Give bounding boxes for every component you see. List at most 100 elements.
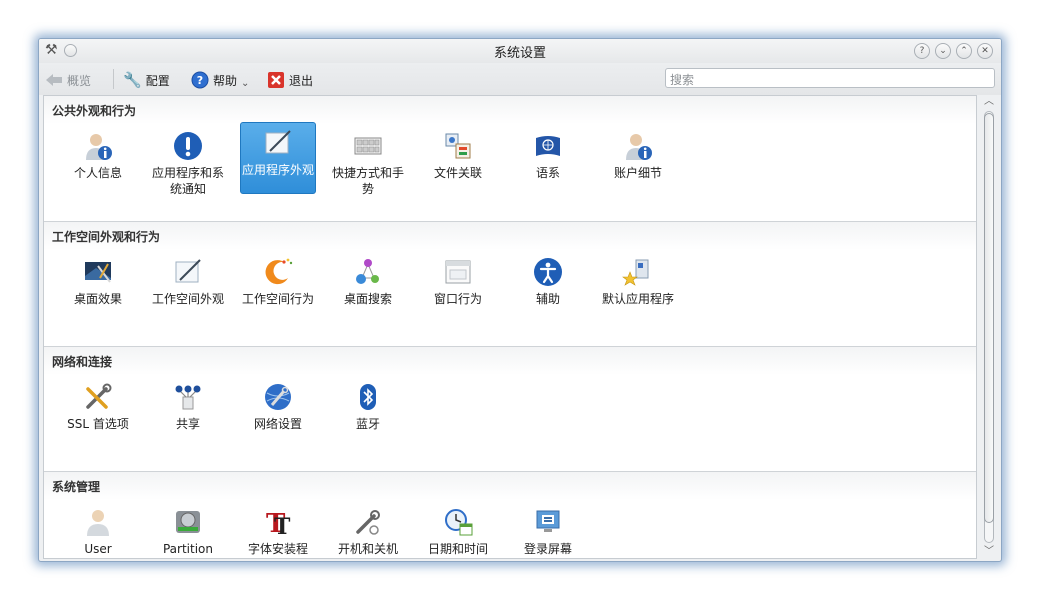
item-workspace-appearance[interactable]: 工作空间外观 (150, 252, 226, 324)
item-label: 字体安装程 (247, 542, 308, 556)
item-label: 账户细节 (613, 166, 662, 180)
item-startup-shutdown[interactable]: 开机和关机 (330, 502, 406, 558)
bluetooth-icon (360, 384, 376, 410)
item-label: 桌面搜索 (343, 292, 392, 306)
item-default-apps[interactable]: 默认应用程序 (600, 252, 676, 324)
item-label: 共享 (175, 417, 200, 431)
quit-icon (268, 72, 284, 88)
minimize-button[interactable]: ⌄ (935, 43, 951, 59)
section-title: 网络和连接 (52, 355, 113, 369)
item-label: 窗口行为 (433, 292, 482, 306)
network-icon (265, 384, 291, 410)
item-user[interactable]: User (60, 502, 136, 558)
help-button[interactable]: ? 帮助 ⌄ (191, 69, 249, 91)
item-label: Partition (162, 542, 213, 556)
item-label: 应用程序外观 (241, 163, 314, 177)
maximize-button[interactable]: ⌃ (956, 43, 972, 59)
item-label: 工作空间行为 (241, 292, 314, 306)
item-label: 默认应用程序 (601, 292, 674, 306)
account-icon (626, 134, 652, 160)
chevron-down-icon[interactable]: ⌄ (241, 78, 249, 89)
configure-label: 配置 (145, 73, 170, 88)
item-label: 登录屏幕 (523, 542, 572, 556)
window-behavior-icon (445, 260, 471, 284)
item-window-behavior[interactable]: 窗口行为 (420, 252, 496, 308)
item-account-details[interactable]: 账户细节 (600, 126, 676, 182)
login-screen-icon (536, 510, 560, 532)
partition-icon (176, 511, 200, 533)
item-label: 工作空间外观 (151, 292, 224, 306)
item-app-appearance[interactable]: 应用程序外观 (240, 122, 316, 194)
toolbar: 概览 🔧 配置 ? 帮助 ⌄ 退出 搜索 (39, 63, 1001, 95)
item-label: User (84, 542, 112, 556)
item-workspace-behavior[interactable]: 工作空间行为 (240, 252, 316, 308)
overview-label: 概览 (67, 73, 92, 88)
back-arrow-icon (46, 74, 62, 86)
quit-button[interactable]: 退出 (267, 69, 313, 91)
help-window-button[interactable]: ? (914, 43, 930, 59)
sharing-icon (175, 385, 201, 410)
item-partition[interactable]: Partition (150, 502, 226, 558)
item-label: 蓝牙 (355, 417, 380, 431)
svg-text:?: ? (197, 74, 203, 87)
item-desktop-search[interactable]: 桌面搜索 (330, 252, 406, 308)
item-desktop-effects[interactable]: 桌面效果 (60, 252, 136, 308)
item-label: 辅助 (535, 292, 560, 306)
item-login-screen[interactable]: 登录屏幕 (510, 502, 586, 558)
item-sharing[interactable]: 共享 (150, 377, 226, 433)
close-button[interactable]: ✕ (977, 43, 993, 59)
item-personal-info[interactable]: 个人信息 (60, 126, 136, 182)
item-shortcuts[interactable]: 快捷方式和手势 (330, 126, 406, 198)
wrench-icon: 🔧 (123, 71, 142, 89)
item-locale[interactable]: 语系 (510, 126, 586, 182)
configure-button[interactable]: 🔧 配置 (123, 69, 170, 91)
notification-icon (174, 132, 202, 160)
item-bluetooth[interactable]: 蓝牙 (330, 377, 406, 433)
item-label: 日期和时间 (427, 542, 488, 556)
toolbar-separator (113, 69, 114, 89)
font-installer-icon: TT (266, 509, 291, 538)
item-label: 个人信息 (73, 166, 122, 180)
app-appearance-icon (265, 130, 291, 154)
item-network-settings[interactable]: 网络设置 (240, 377, 316, 433)
item-label: 开机和关机 (337, 542, 398, 556)
section-title: 公共外观和行为 (52, 104, 137, 118)
accessibility-icon (534, 258, 562, 286)
keyboard-icon (354, 137, 382, 155)
scroll-down-arrow[interactable]: ﹀ (981, 545, 997, 559)
vertical-scrollbar[interactable]: ︿ ﹀ (981, 95, 997, 559)
window-title: 系统设置 (493, 46, 546, 61)
svg-text:T: T (274, 514, 291, 538)
section-common-appearance: 公共外观和行为 个人信息 应用程序和系统通知 应用程序外观 快捷方式和手势 文件… (44, 96, 976, 220)
item-file-associations[interactable]: 文件关联 (420, 126, 496, 182)
item-label: 桌面效果 (73, 292, 122, 306)
system-settings-window: ⚒ 系统设置 ? ⌄ ⌃ ✕ 概览 🔧 配置 ? 帮助 ⌄ 退出 搜索 公共外观… (38, 38, 1002, 562)
ssl-icon (86, 383, 112, 409)
scroll-up-arrow[interactable]: ︿ (981, 95, 997, 109)
item-label: 网络设置 (253, 417, 302, 431)
desktop-effects-icon (85, 262, 111, 283)
title-bar: ⚒ 系统设置 ? ⌄ ⌃ ✕ (39, 39, 1001, 63)
section-title: 系统管理 (52, 480, 101, 494)
user-icon (87, 510, 109, 536)
workspace-behavior-icon (265, 258, 293, 285)
item-label: 语系 (535, 166, 560, 180)
section-workspace-appearance: 工作空间外观和行为 桌面效果 工作空间外观 工作空间行为 桌面搜索 窗口行为 辅… (44, 221, 976, 345)
help-icon: ? (191, 71, 209, 89)
overview-button[interactable]: 概览 (45, 69, 91, 91)
quit-label: 退出 (289, 73, 314, 88)
startup-shutdown-icon (356, 510, 380, 535)
item-date-time[interactable]: 日期和时间 (420, 502, 496, 558)
desktop-search-icon (356, 259, 379, 284)
item-notifications[interactable]: 应用程序和系统通知 (150, 126, 226, 198)
item-label: 文件关联 (433, 166, 482, 180)
settings-content: 公共外观和行为 个人信息 应用程序和系统通知 应用程序外观 快捷方式和手势 文件… (43, 95, 977, 559)
section-system-admin: 系统管理 User Partition TT 字体安装程 开机和关机 日期和时间 (44, 471, 976, 558)
locale-icon (536, 136, 560, 156)
item-ssl-preferences[interactable]: SSL 首选项 (60, 377, 136, 433)
item-font-installer[interactable]: TT 字体安装程 (240, 502, 316, 558)
item-accessibility[interactable]: 辅助 (510, 252, 586, 308)
search-input[interactable]: 搜索 (665, 68, 995, 88)
item-label: 应用程序和系统通知 (151, 166, 224, 196)
scroll-thumb[interactable] (984, 113, 994, 523)
